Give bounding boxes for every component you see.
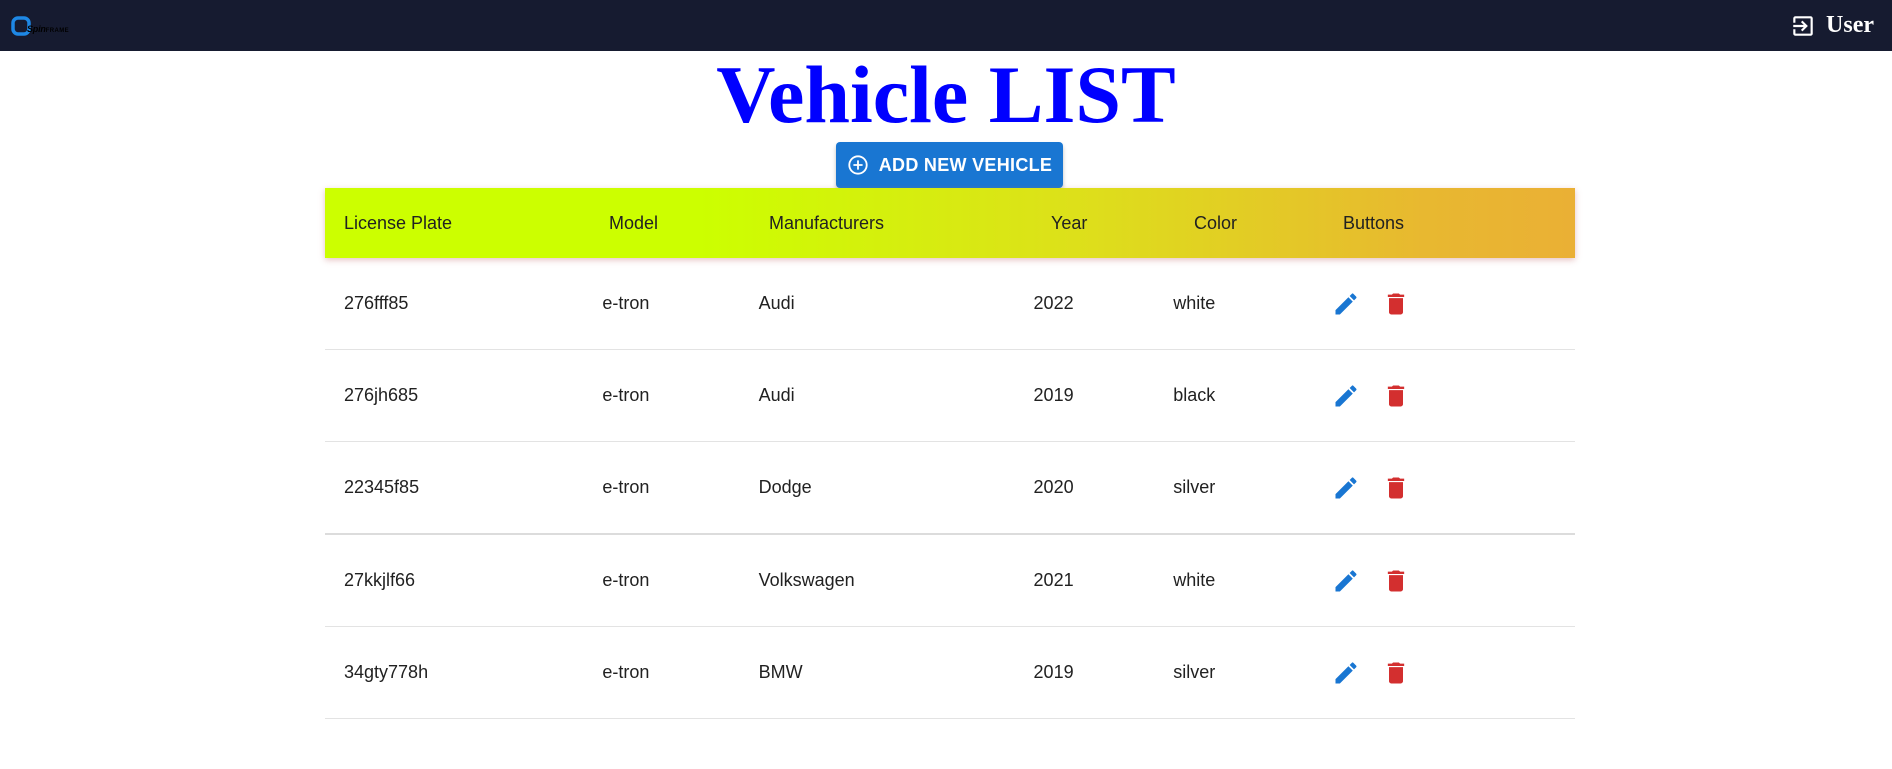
user-menu[interactable]: User: [1790, 12, 1874, 39]
table-row: 34gty778h e-tron BMW 2019 silver: [325, 627, 1575, 719]
license-plate-cell: 276jh685: [344, 385, 419, 405]
edit-button[interactable]: [1331, 473, 1361, 503]
delete-button[interactable]: [1381, 473, 1411, 503]
column-header-color[interactable]: Color: [1175, 213, 1324, 234]
year-cell: 2019: [1033, 662, 1074, 682]
pencil-icon: [1335, 476, 1357, 498]
top-bar: SpinFRAME User: [0, 0, 1892, 51]
model-cell: e-tron: [602, 662, 650, 682]
row-actions: [1300, 289, 1575, 319]
color-cell: silver: [1173, 477, 1216, 497]
delete-button[interactable]: [1381, 381, 1411, 411]
column-header-buttons: Buttons: [1343, 212, 1405, 233]
model-cell: e-tron: [602, 477, 650, 497]
year-cell: 2020: [1033, 477, 1074, 497]
manufacturer-cell: BMW: [758, 662, 803, 682]
row-actions: [1300, 566, 1575, 596]
license-plate-cell: 34gty778h: [344, 662, 429, 682]
year-cell: 2022: [1033, 293, 1074, 313]
user-name[interactable]: User: [1826, 12, 1874, 39]
logo-text-main: Spin: [27, 23, 46, 34]
license-plate-cell: 27kkjlf66: [344, 570, 416, 590]
login-icon[interactable]: [1790, 13, 1816, 39]
logo-text-suffix: FRAME: [45, 27, 70, 34]
row-actions: [1300, 381, 1575, 411]
add-circle-outline-icon: [848, 155, 868, 175]
logo-text: SpinFRAME: [27, 24, 69, 34]
trash-icon: [1387, 570, 1404, 591]
column-header-manufacturers[interactable]: Manufacturers: [750, 213, 1032, 234]
table-row: 276jh685 e-tron Audi 2019 black: [325, 350, 1575, 442]
model-cell: e-tron: [602, 293, 650, 313]
delete-button[interactable]: [1381, 566, 1411, 596]
year-cell: 2021: [1033, 570, 1074, 590]
edit-button[interactable]: [1331, 658, 1361, 688]
add-new-vehicle-button[interactable]: ADD NEW VEHICLE: [836, 142, 1063, 188]
trash-icon: [1387, 293, 1404, 314]
row-actions: [1300, 658, 1575, 688]
year-cell: 2019: [1033, 385, 1074, 405]
color-cell: white: [1173, 570, 1216, 590]
model-cell: e-tron: [602, 570, 650, 590]
pencil-icon: [1335, 292, 1357, 314]
manufacturer-cell: Dodge: [758, 477, 812, 497]
vehicle-table: License Plate Model Manufacturers Year C…: [325, 188, 1575, 719]
trash-icon: [1387, 385, 1404, 406]
column-header-model[interactable]: Model: [590, 213, 750, 234]
manufacturer-cell: Audi: [758, 293, 795, 313]
pencil-icon: [1335, 569, 1357, 591]
column-header-year[interactable]: Year: [1032, 213, 1175, 234]
license-plate-cell: 22345f85: [344, 477, 420, 497]
pencil-icon: [1335, 384, 1357, 406]
delete-button[interactable]: [1381, 658, 1411, 688]
row-actions: [1300, 473, 1575, 503]
logo[interactable]: SpinFRAME: [10, 6, 90, 46]
manufacturer-cell: Audi: [758, 385, 795, 405]
trash-icon: [1387, 662, 1404, 683]
column-header-license-plate[interactable]: License Plate: [325, 213, 590, 234]
edit-button[interactable]: [1331, 381, 1361, 411]
table-row: 276fff85 e-tron Audi 2022 white: [325, 258, 1575, 350]
license-plate-cell: 276fff85: [344, 293, 409, 313]
color-cell: white: [1173, 293, 1216, 313]
color-cell: black: [1173, 385, 1216, 405]
pencil-icon: [1335, 661, 1357, 683]
manufacturer-cell: Volkswagen: [758, 570, 855, 590]
model-cell: e-tron: [602, 385, 650, 405]
edit-button[interactable]: [1331, 566, 1361, 596]
table-row: 22345f85 e-tron Dodge 2020 silver: [325, 442, 1575, 535]
color-cell: silver: [1173, 662, 1216, 682]
delete-button[interactable]: [1381, 289, 1411, 319]
trash-icon: [1387, 477, 1404, 498]
table-header: License Plate Model Manufacturers Year C…: [325, 188, 1575, 258]
add-new-vehicle-label: ADD NEW VEHICLE: [878, 154, 1053, 175]
table-row: 27kkjlf66 e-tron Volkswagen 2021 white: [325, 535, 1575, 627]
page-title: Vehicle LIST: [716, 49, 1176, 140]
edit-button[interactable]: [1331, 289, 1361, 319]
